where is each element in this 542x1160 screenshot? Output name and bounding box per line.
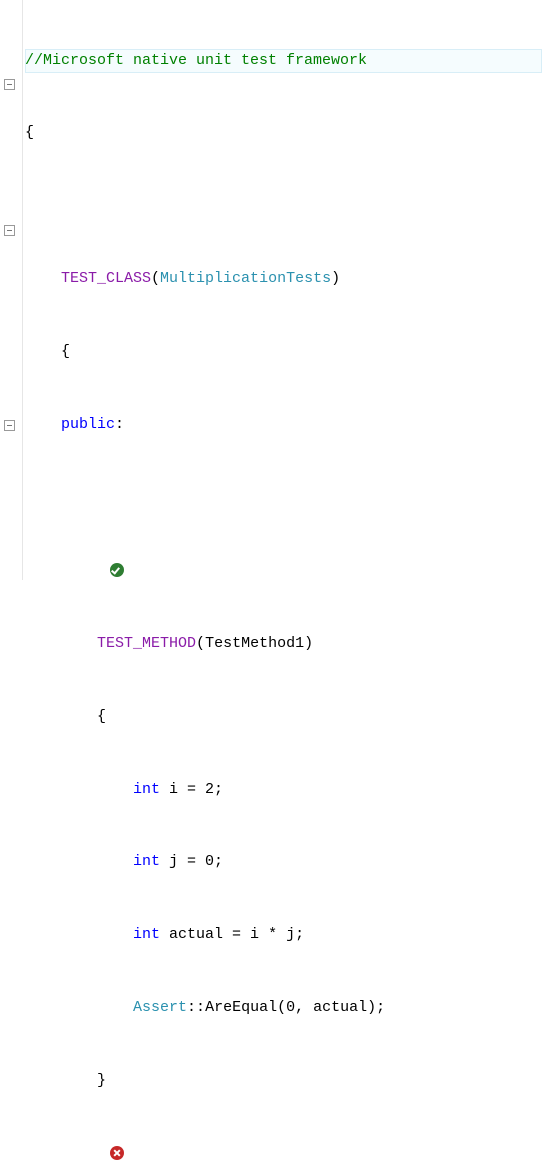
code-area[interactable]: //Microsoft native unit test framework {…	[23, 0, 542, 580]
code-line: int j = 0;	[25, 850, 542, 874]
scope-op: ::	[187, 999, 205, 1016]
code-line: int i = 2;	[25, 778, 542, 802]
code-line: {	[25, 121, 542, 145]
code-line: TEST_CLASS(MultiplicationTests)	[25, 267, 542, 291]
macro: TEST_METHOD	[97, 635, 196, 652]
comment-text: //Microsoft native unit test framework	[25, 52, 367, 69]
code-line: TEST_METHOD(TestMethod1)	[25, 632, 542, 656]
code-text: j = 0;	[160, 853, 223, 870]
code-line: public:	[25, 413, 542, 437]
access-specifier: public	[61, 416, 115, 433]
outline-gutter	[0, 0, 23, 580]
code-line: int actual = i * j;	[25, 923, 542, 947]
code-line	[25, 559, 542, 583]
code-line: }	[25, 1069, 542, 1093]
macro: TEST_CLASS	[61, 270, 151, 287]
code-editor[interactable]: //Microsoft native unit test framework {…	[0, 0, 542, 580]
code-line: Assert::AreEqual(0, actual);	[25, 996, 542, 1020]
code-line: {	[25, 340, 542, 364]
assert-args: (0, actual);	[277, 999, 385, 1016]
brace: {	[25, 124, 34, 141]
assert-fn: AreEqual	[205, 999, 277, 1016]
keyword: int	[133, 781, 160, 798]
code-line	[25, 194, 542, 218]
code-line: {	[25, 705, 542, 729]
code-line	[25, 1142, 542, 1160]
code-text: i = 2;	[160, 781, 223, 798]
code-text: actual = i * j;	[160, 926, 304, 943]
test-pass-icon[interactable]	[110, 563, 124, 577]
keyword: int	[133, 926, 160, 943]
brace: }	[97, 1072, 106, 1089]
fold-toggle-icon[interactable]	[4, 225, 15, 236]
code-line: //Microsoft native unit test framework	[25, 49, 542, 73]
brace: {	[61, 343, 70, 360]
test-fail-icon[interactable]	[110, 1146, 124, 1160]
code-line	[25, 486, 542, 510]
method-name: TestMethod1	[205, 635, 304, 652]
assert-class: Assert	[133, 999, 187, 1016]
fold-toggle-icon[interactable]	[4, 79, 15, 90]
keyword: int	[133, 853, 160, 870]
class-name: MultiplicationTests	[160, 270, 331, 287]
fold-toggle-icon[interactable]	[4, 420, 15, 431]
